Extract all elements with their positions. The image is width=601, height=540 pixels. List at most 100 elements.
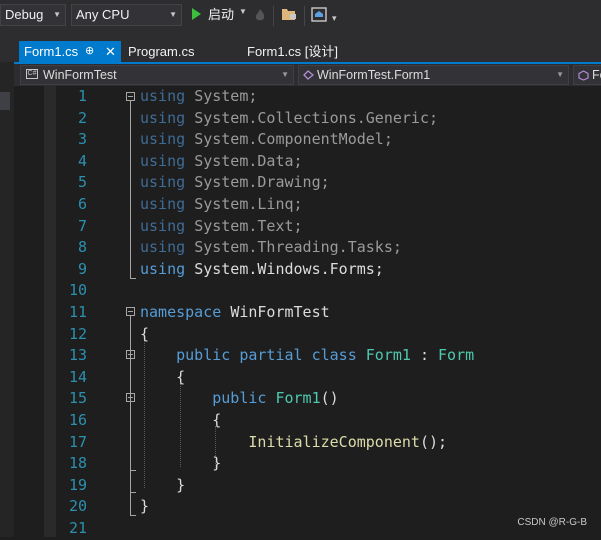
line-number: 15 [68, 389, 87, 408]
left-strip-selected-marker[interactable] [0, 92, 10, 110]
line-number: 14 [68, 367, 87, 386]
code-line: 18 } [14, 453, 601, 475]
platform-dropdown[interactable]: Any CPU ▼ [71, 4, 182, 26]
chevron-down-icon: ▼ [556, 70, 564, 79]
code-line: 10 [14, 280, 601, 302]
line-number: 6 [77, 195, 87, 213]
platform-value: Any CPU [76, 7, 130, 22]
project-dropdown[interactable]: C# WinFormTest ▼ [20, 65, 294, 85]
toolbar-overflow-icon[interactable]: ▾ [332, 13, 337, 24]
code-line: 15 public Form1() [14, 388, 601, 410]
close-icon[interactable]: ✕ [105, 41, 116, 62]
document-tab-strip: Form1.cs ⊕ ✕ Program.cs Form1.cs [设计] [0, 32, 601, 62]
brace: { [140, 324, 150, 343]
code-line: 1 using System; [14, 86, 601, 108]
class-icon [303, 70, 314, 80]
namespace-ref: System.ComponentModel; [194, 130, 393, 149]
line-number: 20 [68, 497, 87, 516]
tab-form1-cs[interactable]: Form1.cs ⊕ ✕ [19, 41, 121, 62]
start-dropdown-chevron-icon[interactable]: ▼ [239, 7, 247, 16]
pin-icon[interactable]: ⊕ [85, 41, 94, 62]
keyword-using: using [140, 108, 186, 127]
tab-form1-designer[interactable]: Form1.cs [设计] [247, 41, 357, 62]
tab-label: Form1.cs [24, 44, 79, 59]
line-number: 4 [77, 151, 87, 170]
keyword-using: using [140, 130, 186, 149]
watermark: CSDN @R-G-B [517, 517, 587, 528]
line-number: 2 [77, 108, 87, 127]
code-line: 4 using System.Data; [14, 151, 601, 173]
navigation-bar: C# WinFormTest ▼ WinFormTest.Form1 ▼ Fo [14, 62, 601, 86]
code-line: 5 using System.Drawing; [14, 172, 601, 194]
line-number: 7 [77, 216, 87, 235]
keyword-namespace: namespace [140, 303, 222, 321]
keyword-using: using [140, 259, 186, 278]
namespace-ref: System.Text; [194, 216, 303, 235]
tab-program-cs[interactable]: Program.cs [128, 41, 218, 62]
line-number: 1 [77, 87, 87, 105]
open-folder-icon[interactable] [281, 7, 297, 21]
keyword-using: using [140, 151, 186, 170]
tab-label: Form1.cs [设计] [247, 44, 339, 59]
namespace-ref: System.Data; [194, 151, 303, 170]
method-call: InitializeComponent [248, 432, 420, 451]
namespace-ref: System; [194, 87, 258, 105]
code-line: 19 } [14, 475, 601, 497]
line-number: 11 [68, 303, 87, 321]
line-number: 18 [68, 454, 87, 473]
line-number: 8 [77, 238, 87, 257]
line-number: 9 [77, 259, 87, 278]
keyword-using: using [140, 173, 186, 192]
brace: } [140, 497, 150, 516]
member-name: Fo [592, 68, 601, 82]
brace: { [176, 367, 186, 386]
chevron-down-icon: ▼ [53, 10, 61, 19]
line-number: 3 [77, 130, 87, 149]
line-number: 16 [68, 411, 87, 429]
code-line: 20 } [14, 496, 601, 518]
start-play-icon[interactable] [192, 8, 201, 20]
keyword-class: class [311, 346, 357, 365]
keyword-partial: partial [239, 346, 303, 365]
code-line: 7 using System.Text; [14, 216, 601, 238]
line-number: 13 [68, 346, 87, 365]
class-name: Form1 [365, 346, 411, 365]
constructor-name: Form1 [275, 389, 321, 408]
namespace-ref: System.Threading.Tasks; [194, 238, 402, 257]
brace: { [212, 411, 222, 429]
line-number: 10 [68, 281, 87, 300]
line-number: 5 [77, 173, 87, 192]
code-line: 17 InitializeComponent(); [14, 432, 601, 454]
keyword-using: using [140, 195, 186, 213]
code-line: 8 using System.Threading.Tasks; [14, 237, 601, 259]
code-line: 3 using System.ComponentModel; [14, 129, 601, 151]
member-cube-icon [578, 70, 589, 81]
code-line: 21 [14, 518, 601, 540]
main-toolbar: Debug ▼ Any CPU ▼ 启动 ▼ ▾ [0, 0, 601, 32]
keyword-public: public [212, 389, 267, 408]
code-line: 12 { [14, 324, 601, 346]
configuration-dropdown[interactable]: Debug ▼ [0, 4, 66, 26]
tab-label: Program.cs [128, 44, 195, 59]
home-window-icon[interactable] [311, 7, 327, 22]
code-line: 11 namespace WinFormTest [14, 302, 601, 324]
keyword-public: public [176, 346, 231, 365]
namespace-ref: System.Linq; [194, 195, 303, 213]
line-number: 12 [68, 324, 87, 343]
keyword-using: using [140, 238, 186, 257]
member-dropdown[interactable]: Fo [573, 65, 601, 85]
class-name: WinFormTest.Form1 [317, 68, 431, 82]
code-line: 9 using System.Windows.Forms; [14, 259, 601, 281]
csharp-project-icon: C# [26, 69, 38, 79]
configuration-value: Debug [5, 7, 44, 22]
class-dropdown[interactable]: WinFormTest.Form1 ▼ [298, 65, 569, 85]
project-name: WinFormTest [43, 68, 117, 82]
line-number: 21 [68, 519, 87, 537]
hot-reload-flame-icon[interactable] [254, 8, 266, 22]
brace: } [176, 475, 186, 494]
line-number: 19 [68, 475, 87, 494]
code-editor[interactable]: 1 using System; 2 using System.Collectio… [14, 86, 601, 537]
namespace-ref: System.Collections.Generic; [194, 108, 439, 127]
start-button-label[interactable]: 启动 [208, 5, 234, 25]
code-line: 13 public partial class Form1 : Form [14, 345, 601, 367]
